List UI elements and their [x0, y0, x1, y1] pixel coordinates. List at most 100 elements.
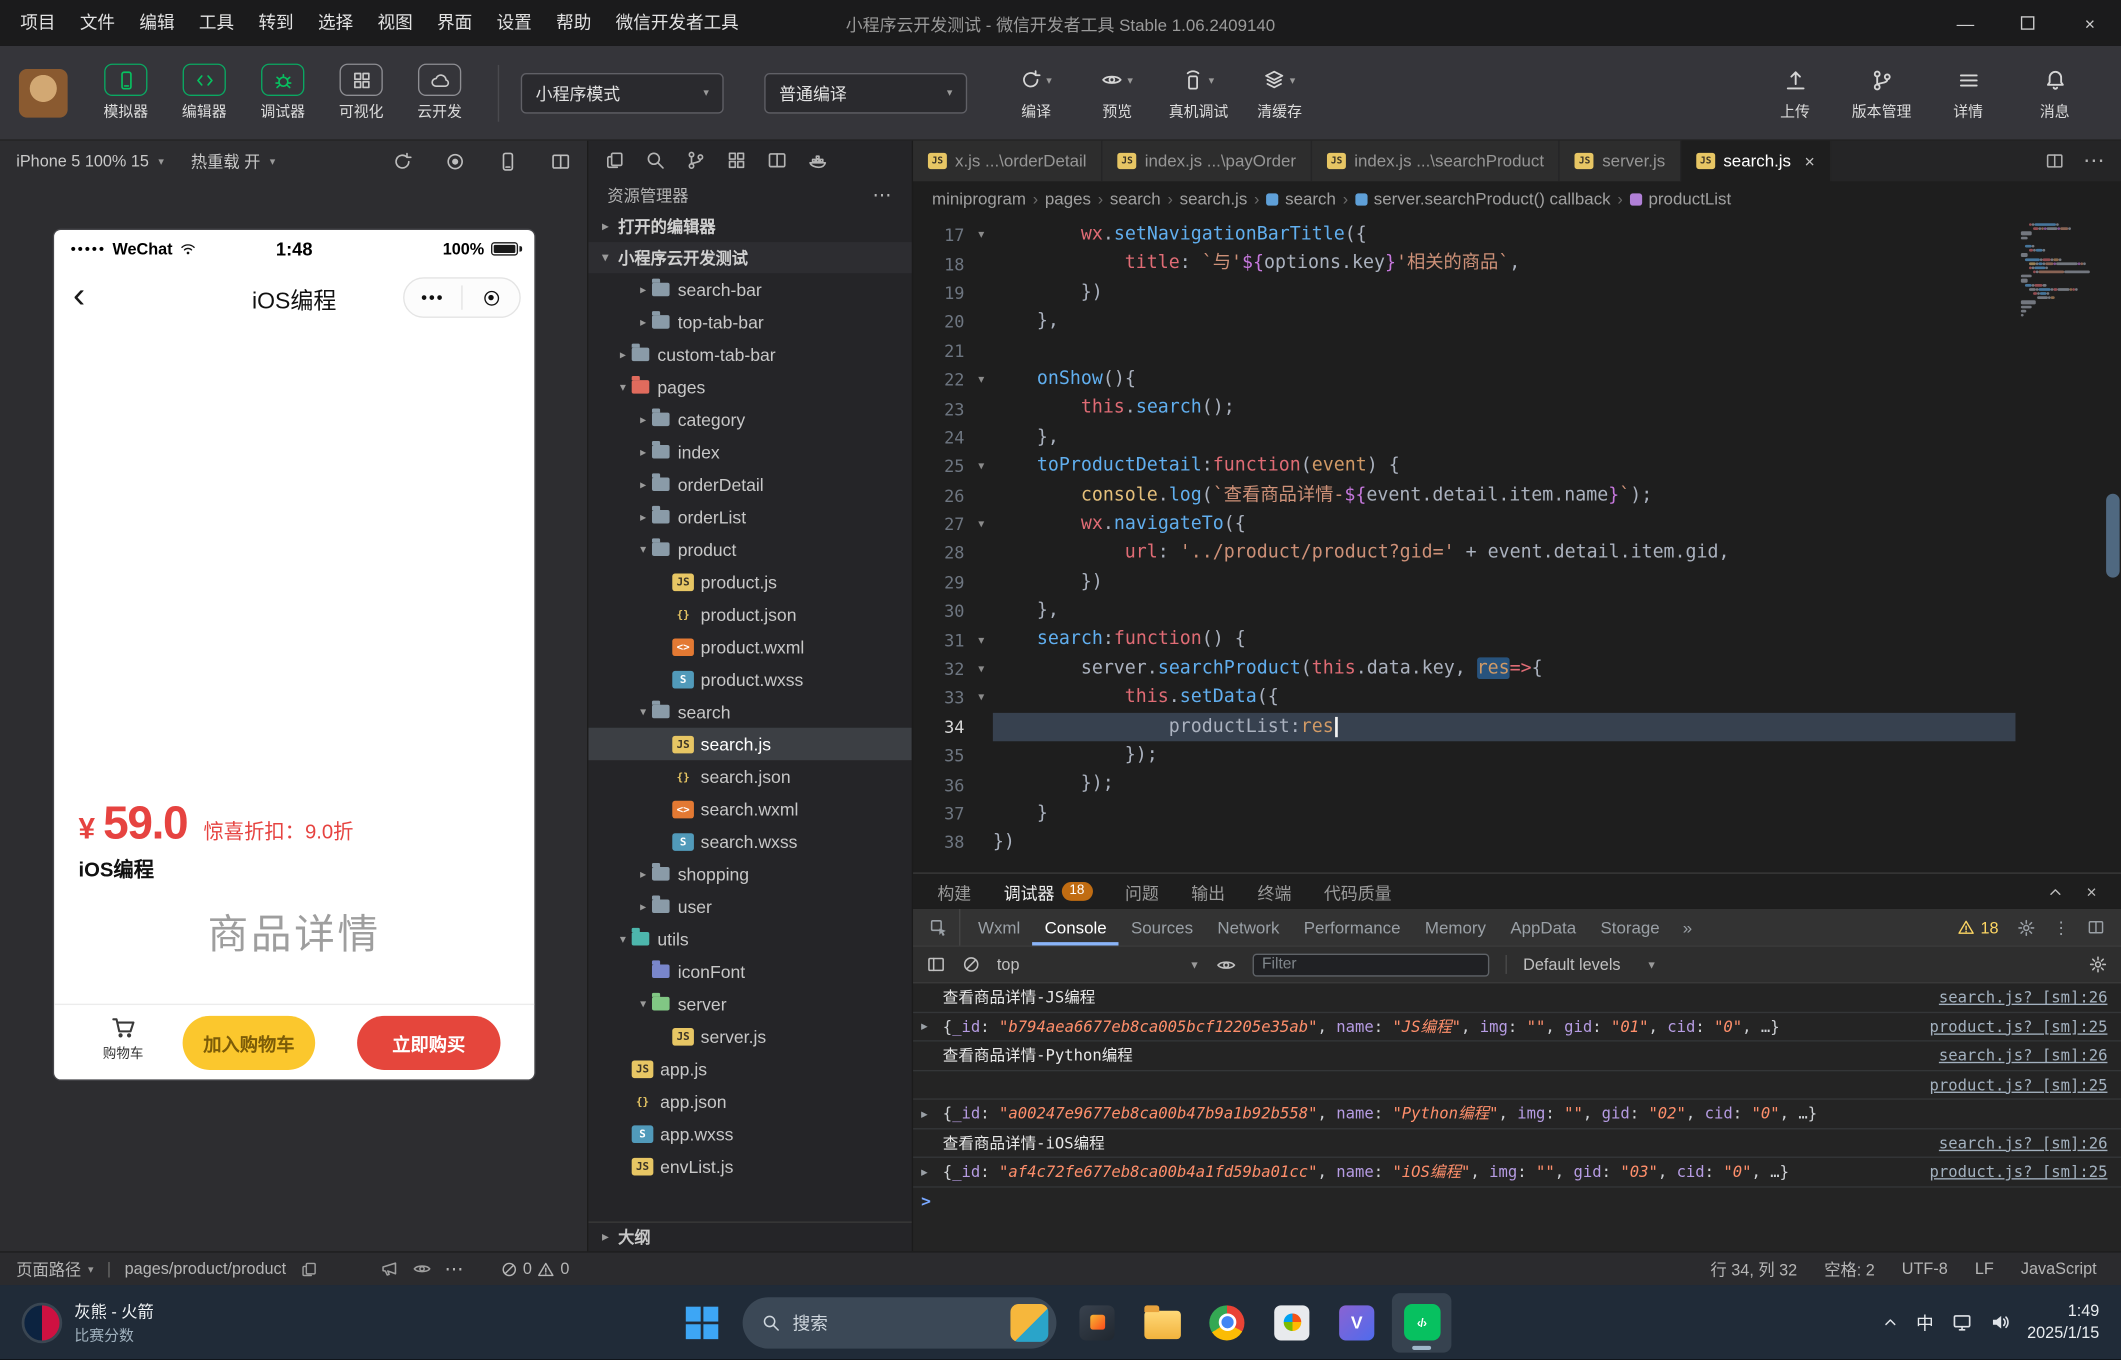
editor-toggle-button[interactable]: 编辑器	[168, 64, 241, 122]
chrome-icon[interactable]	[1197, 1292, 1257, 1352]
minimize-button[interactable]: —	[1934, 0, 1996, 46]
expand-icon[interactable]: ▶	[921, 1107, 937, 1119]
devtools-tab-wxml[interactable]: Wxml	[966, 909, 1033, 946]
panel-tab-输出[interactable]: 输出	[1191, 879, 1225, 905]
outline-section[interactable]: ▸ 大纲	[588, 1221, 911, 1251]
tree-item-app.wxss[interactable]: Sapp.wxss	[588, 1117, 911, 1149]
split-editor-icon[interactable]	[2045, 151, 2064, 170]
cursor-position[interactable]: 行 34, 列 32	[1711, 1257, 1798, 1280]
menu-item-tools[interactable]: 工具	[187, 0, 247, 46]
devtools-tab-sources[interactable]: Sources	[1119, 909, 1205, 946]
tree-item-pages[interactable]: ▾pages	[588, 371, 911, 403]
taskbar-search[interactable]: 搜索	[743, 1297, 1057, 1348]
panel-tab-问题[interactable]: 问题	[1125, 879, 1159, 905]
remote-debug-button[interactable]: ▾真机调试	[1162, 64, 1235, 122]
tree-item-product.wxml[interactable]: <>product.wxml	[588, 630, 911, 662]
tree-item-product.json[interactable]: {}product.json	[588, 598, 911, 630]
minimap[interactable]	[2021, 223, 2105, 318]
menu-item-edit[interactable]: 编辑	[127, 0, 187, 46]
tree-item-custom-tab-bar[interactable]: ▸custom-tab-bar	[588, 338, 911, 370]
project-section[interactable]: ▾ 小程序云开发测试	[588, 242, 911, 273]
breadcrumb-item[interactable]: server.searchProduct() callback	[1374, 189, 1611, 208]
breadcrumb-item[interactable]: search	[1110, 189, 1161, 208]
cloud-toggle-button[interactable]: 云开发	[403, 64, 476, 122]
breadcrumb-item[interactable]: productList	[1649, 189, 1732, 208]
kebab-menu-icon[interactable]: ⋮	[2053, 917, 2070, 937]
collapse-panel-icon[interactable]	[2047, 883, 2065, 901]
tree-item-orderList[interactable]: ▸orderList	[588, 500, 911, 532]
console-prompt[interactable]: >	[921, 1192, 931, 1211]
breadcrumb[interactable]: miniprogram›pages›search›search.js›searc…	[913, 181, 2121, 216]
menu-item-project[interactable]: 项目	[8, 0, 68, 46]
page-path-value[interactable]: pages/product/product	[125, 1259, 287, 1278]
expand-icon[interactable]: ▶	[921, 1020, 937, 1032]
start-button[interactable]	[672, 1292, 732, 1352]
console-source-link[interactable]: search.js? [sm]:26	[1912, 1046, 2108, 1065]
devtools-tab-console[interactable]: Console	[1032, 909, 1118, 946]
visual-studio-icon[interactable]: V	[1327, 1292, 1387, 1352]
editor-tab-x.js-...-orderDetail[interactable]: JSx.js ...\orderDetail	[913, 141, 1103, 182]
scrollbar-thumb[interactable]	[2106, 494, 2120, 578]
menu-item-file[interactable]: 文件	[68, 0, 128, 46]
fold-icon[interactable]: ▾	[970, 690, 993, 705]
tree-item-app.js[interactable]: JSapp.js	[588, 1052, 911, 1084]
cart-button[interactable]: 购物车	[92, 1015, 154, 1062]
preview-toggle-icon[interactable]	[412, 1259, 431, 1278]
files-icon[interactable]	[605, 149, 625, 169]
devtools-tab-storage[interactable]: Storage	[1588, 909, 1672, 946]
tree-item-envList.js[interactable]: JSenvList.js	[588, 1150, 911, 1182]
compile-mode-select[interactable]: 普通编译▾	[764, 72, 967, 113]
console-filter-input[interactable]: Filter	[1253, 953, 1490, 976]
photos-app-icon[interactable]	[1262, 1292, 1322, 1352]
tree-item-search.wxml[interactable]: <>search.wxml	[588, 793, 911, 825]
menu-item-settings[interactable]: 设置	[484, 0, 544, 46]
close-panel-icon[interactable]: ×	[2086, 881, 2096, 901]
refresh-icon[interactable]	[392, 151, 412, 171]
editor-tab-search.js[interactable]: JSsearch.js×	[1681, 141, 1831, 182]
ime-indicator[interactable]: 中	[1916, 1309, 1934, 1335]
tree-item-server.js[interactable]: JSserver.js	[588, 1020, 911, 1052]
dock-side-icon[interactable]	[2087, 918, 2105, 936]
problems-indicator[interactable]: 0 0	[500, 1259, 569, 1278]
app-window-icon[interactable]	[1067, 1292, 1127, 1352]
devtools-tab-memory[interactable]: Memory	[1413, 909, 1498, 946]
editor-tab-server.js[interactable]: JSserver.js	[1560, 141, 1681, 182]
live-expression-icon[interactable]	[1216, 954, 1236, 974]
devtools-tab-network[interactable]: Network	[1205, 909, 1291, 946]
fold-icon[interactable]: ▾	[970, 633, 993, 648]
expand-icon[interactable]: ▶	[921, 1166, 937, 1178]
object-preview[interactable]: {_id: "af4c72fe677eb8ca00b4a1fd59ba01cc"…	[943, 1161, 1789, 1183]
page-path-select[interactable]: 页面路径▾	[16, 1257, 93, 1280]
console-source-link[interactable]: product.js? [sm]:25	[1902, 1017, 2107, 1036]
console-source-link[interactable]: search.js? [sm]:26	[1912, 1133, 2108, 1152]
tree-item-shopping[interactable]: ▸shopping	[588, 858, 911, 890]
console-sidebar-icon[interactable]	[927, 955, 946, 974]
open-editors-section[interactable]: ▸ 打开的编辑器	[588, 211, 911, 242]
avatar[interactable]	[19, 68, 68, 117]
exit-miniprogram-button[interactable]	[463, 290, 520, 305]
menu-item-wechat-devtools[interactable]: 微信开发者工具	[604, 0, 751, 46]
devtools-tab-performance[interactable]: Performance	[1292, 909, 1413, 946]
fold-icon[interactable]: ▾	[970, 228, 993, 243]
file-encoding[interactable]: UTF-8	[1902, 1259, 1948, 1278]
menu-item-help[interactable]: 帮助	[544, 0, 604, 46]
tree-item-search[interactable]: ▾search	[588, 695, 911, 727]
console-source-link[interactable]: product.js? [sm]:25	[1902, 1162, 2107, 1181]
simulator-phone-screen[interactable]: ●●●●● WeChat 1:48 100% ‹ iOS编程 •••	[54, 230, 534, 1079]
tree-item-utils[interactable]: ▾utils	[588, 923, 911, 955]
editor-tab-index.js-...-searchProduct[interactable]: JSindex.js ...\searchProduct	[1312, 141, 1560, 182]
more-tabs-icon[interactable]: »	[1672, 918, 1703, 937]
tree-item-search.json[interactable]: {}search.json	[588, 760, 911, 792]
editor-tab-index.js-...-payOrder[interactable]: JSindex.js ...\payOrder	[1103, 141, 1312, 182]
device-select[interactable]: iPhone 5 100% 15▾	[16, 151, 164, 170]
object-preview[interactable]: {_id: "a00247e9677eb8ca00b47b9a1b92b558"…	[943, 1103, 1817, 1125]
add-to-cart-button[interactable]: 加入购物车	[183, 1016, 316, 1070]
simulator-toggle-button[interactable]: 模拟器	[89, 64, 162, 122]
indent-setting[interactable]: 空格: 2	[1824, 1257, 1875, 1280]
network-icon[interactable]	[1951, 1312, 1971, 1332]
log-levels-select[interactable]: Default levels▼	[1506, 955, 1657, 974]
tree-item-search.js[interactable]: JSsearch.js	[588, 728, 911, 760]
source-control-icon[interactable]	[686, 149, 706, 169]
tree-item-iconFont[interactable]: iconFont	[588, 955, 911, 987]
compile-status-icon[interactable]	[445, 151, 465, 171]
